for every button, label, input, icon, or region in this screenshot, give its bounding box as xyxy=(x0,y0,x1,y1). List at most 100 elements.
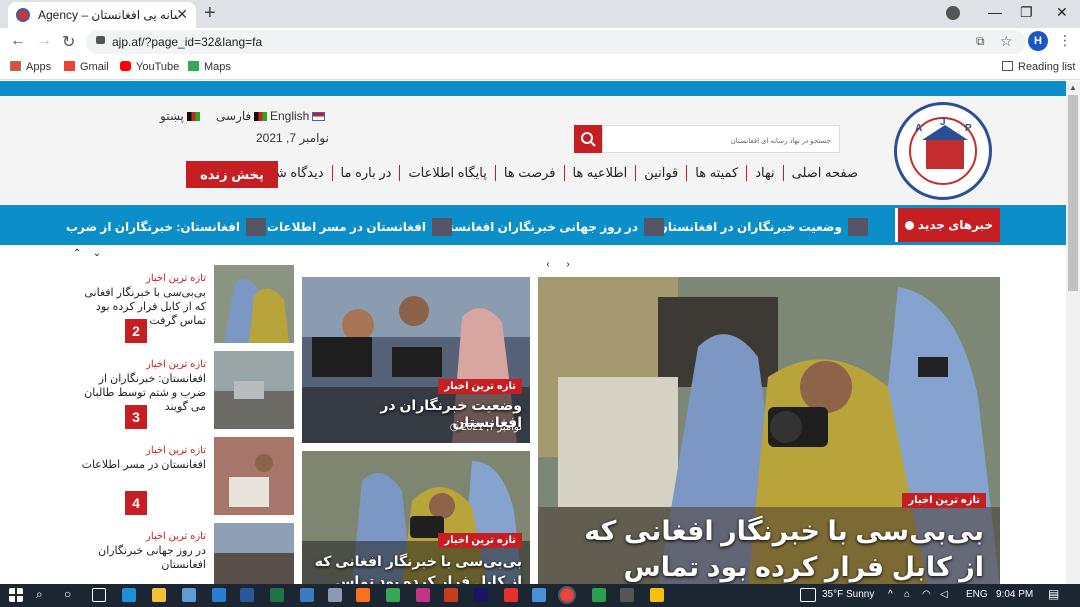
firefox-icon[interactable] xyxy=(356,588,370,602)
bookmark-maps[interactable]: Maps xyxy=(188,61,231,73)
cortana-icon[interactable]: ○ xyxy=(64,587,71,601)
hero-article[interactable]: تازه ترین اخبار بی‌بی‌سی با خبرنگار افغا… xyxy=(538,277,1000,585)
after-effects-icon[interactable] xyxy=(474,588,488,602)
volume-icon[interactable]: ◁ xyxy=(940,589,948,600)
list-category[interactable]: تازه ترین اخبار xyxy=(146,273,206,284)
profile-menu-icon[interactable] xyxy=(946,6,960,20)
live-stream-button[interactable]: پخش زنده xyxy=(186,161,278,188)
wifi-icon[interactable]: ◠ xyxy=(922,589,931,600)
restore-icon[interactable]: ❐ xyxy=(1020,4,1033,21)
app-icon[interactable] xyxy=(532,588,546,602)
task-view-icon[interactable] xyxy=(92,588,106,602)
menu-database[interactable]: پایگاه اطلاعات xyxy=(399,165,494,181)
menu-announcements[interactable]: اطلاعیه ها xyxy=(563,165,636,181)
input-language[interactable]: ENG xyxy=(966,589,988,600)
photoshop-icon[interactable] xyxy=(300,588,314,602)
file-explorer-icon[interactable] xyxy=(152,588,166,602)
menu-institution[interactable]: نهاد xyxy=(746,165,782,181)
reading-list[interactable]: Reading list xyxy=(1002,61,1075,73)
minimize-icon[interactable]: — xyxy=(988,4,1002,20)
category-badge[interactable]: تازه ترین اخبار xyxy=(438,533,522,548)
list-category[interactable]: تازه ترین اخبار xyxy=(146,531,206,542)
scroll-thumb[interactable] xyxy=(1068,95,1078,291)
search-icon[interactable]: ⌕ xyxy=(36,587,43,602)
premiere-icon[interactable] xyxy=(416,588,430,602)
category-badge[interactable]: تازه ترین اخبار xyxy=(438,379,522,394)
ticker-item[interactable]: در روز جهانی خبرنگاران افغانستان xyxy=(435,218,664,236)
category-badge[interactable]: تازه ترین اخبار xyxy=(902,493,986,508)
edge-icon[interactable] xyxy=(122,588,136,602)
clock-time[interactable]: 9:04 PM xyxy=(996,589,1033,600)
forward-icon[interactable]: → xyxy=(36,32,52,50)
bookmark-gmail[interactable]: Gmail xyxy=(64,61,109,73)
list-title[interactable]: افغانستان: خبرنگاران از ضرب و شتم توسط ط… xyxy=(71,372,206,414)
list-category[interactable]: تازه ترین اخبار xyxy=(146,445,206,456)
new-tab-icon[interactable]: + xyxy=(204,2,216,25)
notification-icon[interactable]: ▤ xyxy=(1048,587,1059,601)
list-item[interactable]: 3 تازه ترین اخبار افغانستان: خبرنگاران ا… xyxy=(67,351,294,429)
mail-icon[interactable] xyxy=(212,588,226,602)
list-title[interactable]: در روز جهانی خبرنگاران افغانستان xyxy=(71,544,206,572)
menu-home[interactable]: صفحه اصلی xyxy=(782,165,866,181)
profile-avatar[interactable]: H xyxy=(1028,31,1048,51)
excel-icon[interactable] xyxy=(270,588,284,602)
close-tab-icon[interactable]: ✕ xyxy=(176,6,188,23)
menu-opportunities[interactable]: فرصت ها xyxy=(494,165,564,181)
lang-farsi[interactable]: فارسی xyxy=(216,109,268,123)
app-icon[interactable] xyxy=(386,588,400,602)
menu-about[interactable]: در باره ما xyxy=(331,165,400,181)
scroll-up-icon[interactable]: ▲ xyxy=(1069,83,1077,92)
search-input[interactable]: جستجو در نهاد رسانه ای افغانستان xyxy=(602,125,840,153)
translate-icon[interactable]: ⧉ xyxy=(976,34,985,49)
list-up-button[interactable]: ⌃ xyxy=(68,246,86,262)
list-title[interactable]: افغانستان در مسر اطلاعات xyxy=(71,458,206,472)
url-text: ajp.af/?page_id=32&lang=fa xyxy=(112,35,263,49)
list-item[interactable]: 2 تازه ترین اخبار بی‌بی‌سی با خبرنگار اف… xyxy=(67,265,294,343)
article-card[interactable]: تازه ترین اخبار بی‌بی‌سی با خبرنگار افغا… xyxy=(302,451,530,585)
bookmark-youtube[interactable]: YouTube xyxy=(120,61,179,73)
powerpoint-icon[interactable] xyxy=(444,588,458,602)
list-title[interactable]: بی‌بی‌سی با خبرنگار افغانی که از کابل فر… xyxy=(71,286,206,328)
article-title[interactable]: بی‌بی‌سی با خبرنگار افغانی که از کابل فر… xyxy=(312,551,522,585)
page-scrollbar[interactable]: ▲ xyxy=(1066,81,1080,585)
weather-text[interactable]: 35°F Sunny xyxy=(822,589,874,600)
more-menu-icon[interactable]: ⋮ xyxy=(1058,32,1072,49)
list-item[interactable]: تازه ترین اخبار در روز جهانی خبرنگاران ا… xyxy=(67,523,294,585)
slider-next-button[interactable]: › xyxy=(559,257,577,273)
sticky-notes-icon[interactable] xyxy=(650,588,664,602)
ticker-item[interactable]: افغانستان در مسر اطلاعات xyxy=(267,218,452,236)
search-button[interactable] xyxy=(574,125,602,153)
lang-pashto[interactable]: پښتو xyxy=(160,109,200,123)
app-icon[interactable] xyxy=(620,588,634,602)
slider-prev-button[interactable]: ‹ xyxy=(539,257,557,273)
hero-title[interactable]: بی‌بی‌سی با خبرنگار افغانی که از کابل فر… xyxy=(564,513,984,585)
thumbnail-icon xyxy=(432,218,452,236)
menu-committees[interactable]: کمیته ها xyxy=(686,165,746,181)
reload-icon[interactable]: ↻ xyxy=(62,32,75,52)
list-category[interactable]: تازه ترین اخبار xyxy=(146,359,206,370)
lang-english[interactable]: English xyxy=(270,109,326,123)
tray-chevron-icon[interactable]: ^ xyxy=(888,589,893,600)
bookmark-apps[interactable]: Apps xyxy=(10,61,51,73)
app-icon[interactable] xyxy=(328,588,342,602)
menu-laws[interactable]: قوانین xyxy=(635,165,686,181)
app-icon[interactable] xyxy=(592,588,606,602)
windows-start-icon[interactable] xyxy=(9,588,23,602)
list-down-button[interactable]: ⌄ xyxy=(88,246,106,262)
browser-tab[interactable]: Agency – نهاد رسانه یی افغانستان ✕ xyxy=(8,2,196,28)
bookmark-star-icon[interactable]: ☆ xyxy=(1000,33,1013,50)
address-bar[interactable]: ajp.af/?page_id=32&lang=fa ⧉ ☆ xyxy=(86,30,1026,54)
list-item[interactable]: 4 تازه ترین اخبار افغانستان در مسر اطلاع… xyxy=(67,437,294,515)
word-icon[interactable] xyxy=(240,588,254,602)
site-logo[interactable]: A J P xyxy=(894,102,992,200)
article-card[interactable]: تازه ترین اخبار وضعیت خبرنگاران در افغان… xyxy=(302,277,530,443)
close-window-icon[interactable]: ✕ xyxy=(1056,4,1068,21)
back-icon[interactable]: ← xyxy=(10,32,26,50)
app-icon[interactable] xyxy=(504,588,518,602)
chrome-icon[interactable] xyxy=(558,586,576,604)
store-icon[interactable] xyxy=(182,588,196,602)
ticker-item[interactable]: وضعیت خبرنگاران در افغانستان xyxy=(658,218,868,236)
network-icon[interactable]: ⌂ xyxy=(904,589,910,600)
us-flag-icon xyxy=(312,112,326,121)
ticker-item[interactable]: افغانستان: خبرنگاران از ضرب و شتم توس xyxy=(66,218,266,236)
